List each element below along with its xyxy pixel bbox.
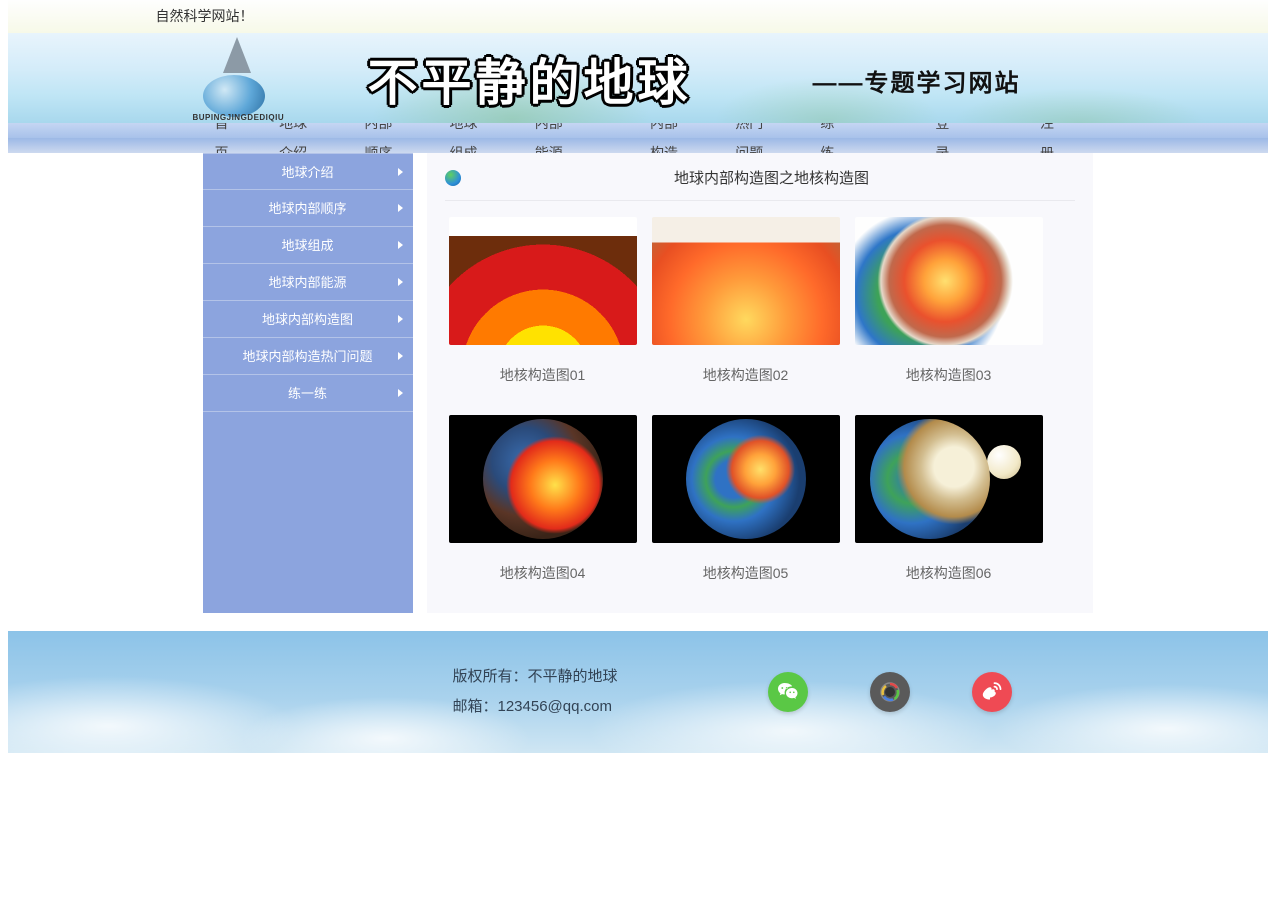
gallery-image (652, 415, 840, 543)
chevron-right-icon (398, 352, 403, 360)
weibo-icon[interactable] (972, 672, 1012, 712)
gallery-grid: 地核构造图01 地核构造图02 地核构造图03 地核构造图04 地核构造图05 (445, 217, 1075, 583)
gallery-caption: 地核构造图01 (449, 365, 637, 385)
chevron-right-icon (398, 168, 403, 176)
footer-copyright: 版权所有：不平静的地球 (453, 662, 618, 692)
gallery-item[interactable]: 地核构造图02 (652, 217, 840, 385)
chevron-right-icon (398, 241, 403, 249)
main-content: 地球内部构造图之地核构造图 地核构造图01 地核构造图02 地核构造图03 地 (427, 153, 1093, 613)
gallery-image (449, 415, 637, 543)
footer-email: 邮箱：123456@qq.com (453, 692, 618, 722)
gallery-caption: 地核构造图04 (449, 563, 637, 583)
site-title: 不平静的地球 (368, 43, 692, 115)
camera-icon[interactable] (870, 672, 910, 712)
wechat-icon[interactable] (768, 672, 808, 712)
chevron-right-icon (398, 315, 403, 323)
sidebar-item-hot-questions[interactable]: 地球内部构造热门问题 (203, 338, 413, 375)
gallery-caption: 地核构造图02 (652, 365, 840, 385)
sidebar-item-label: 地球介绍 (281, 165, 333, 180)
gallery-image (855, 415, 1043, 543)
content-title: 地球内部构造图之地核构造图 (469, 167, 1075, 188)
gallery-image (449, 217, 637, 345)
sidebar-item-earth-intro[interactable]: 地球介绍 (203, 153, 413, 190)
sidebar-item-label: 练一练 (288, 386, 327, 401)
sidebar-item-label: 地球内部构造图 (262, 312, 353, 327)
gallery-caption: 地核构造图06 (855, 563, 1043, 583)
sidebar-item-label: 地球内部构造热门问题 (242, 349, 372, 364)
site-logo[interactable]: BUPINGJINGDEDIQIU (193, 35, 293, 123)
footer-social-icons (768, 672, 1012, 712)
gallery-item[interactable]: 地核构造图04 (449, 415, 637, 583)
chevron-right-icon (398, 389, 403, 397)
sidebar-item-internal-order[interactable]: 地球内部顺序 (203, 190, 413, 227)
header-banner: BUPINGJINGDEDIQIU 不平静的地球 ——专题学习网站 (8, 33, 1268, 123)
gallery-item[interactable]: 地核构造图05 (652, 415, 840, 583)
sidebar-item-earth-composition[interactable]: 地球组成 (203, 227, 413, 264)
volcano-icon (223, 37, 251, 73)
gallery-item[interactable]: 地核构造图01 (449, 217, 637, 385)
chevron-right-icon (398, 278, 403, 286)
sidebar-item-practice[interactable]: 练一练 (203, 375, 413, 412)
chevron-right-icon (398, 204, 403, 212)
sidebar-item-label: 地球组成 (281, 238, 333, 253)
announcement-bar: 自然科学网站！ (8, 0, 1268, 33)
gallery-image (652, 217, 840, 345)
sidebar: 地球介绍 地球内部顺序 地球组成 地球内部能源 地球内部构造图 地球内部构造热门… (203, 153, 413, 613)
sidebar-item-internal-energy[interactable]: 地球内部能源 (203, 264, 413, 301)
earth-icon (203, 75, 265, 117)
footer: 版权所有：不平静的地球 邮箱：123456@qq.com (8, 631, 1268, 753)
gallery-item[interactable]: 地核构造图03 (855, 217, 1043, 385)
gallery-image (855, 217, 1043, 345)
site-subtitle: ——专题学习网站 (813, 63, 1021, 98)
content-header: 地球内部构造图之地核构造图 (445, 167, 1075, 201)
announcement-text: 自然科学网站！ (156, 8, 254, 24)
gallery-item[interactable]: 地核构造图06 (855, 415, 1043, 583)
gallery-caption: 地核构造图05 (652, 563, 840, 583)
sidebar-item-internal-structure-diagram[interactable]: 地球内部构造图 (203, 301, 413, 338)
logo-subtext: BUPINGJINGDEDIQIU (193, 113, 285, 122)
globe-icon (445, 170, 461, 186)
sidebar-item-label: 地球内部顺序 (268, 201, 346, 216)
sidebar-item-label: 地球内部能源 (268, 275, 346, 290)
gallery-caption: 地核构造图03 (855, 365, 1043, 385)
top-nav: 首页 地球介绍 内部顺序 地球组成 内部能源 内部构造 热门问题 练一练 登录 … (8, 123, 1268, 153)
footer-text: 版权所有：不平静的地球 邮箱：123456@qq.com (453, 662, 618, 722)
